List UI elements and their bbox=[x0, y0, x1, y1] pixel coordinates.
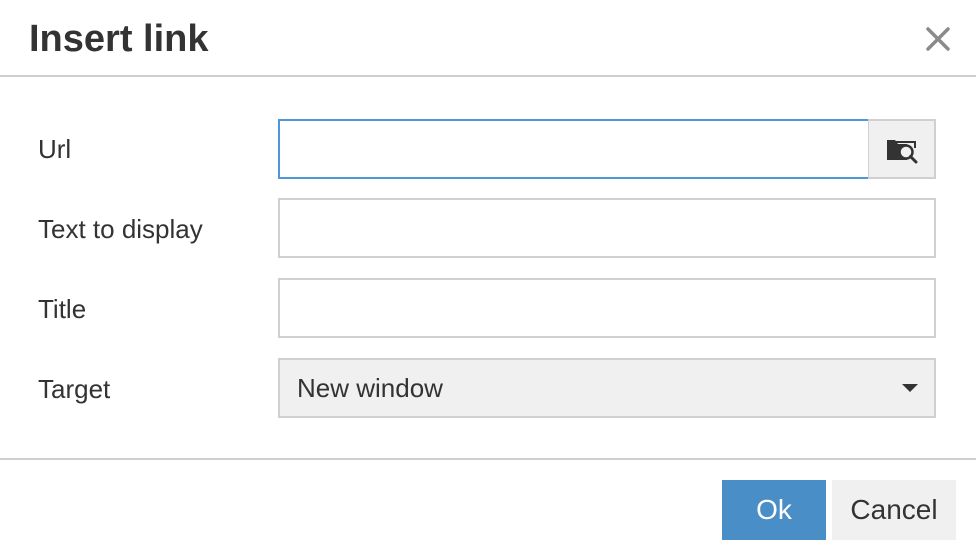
title-input[interactable] bbox=[278, 278, 936, 338]
target-select[interactable]: New window bbox=[278, 358, 936, 418]
text-to-display-label: Text to display bbox=[38, 214, 203, 244]
browse-url-button[interactable] bbox=[868, 119, 936, 179]
target-label: Target bbox=[38, 374, 111, 404]
dialog-footer bbox=[0, 458, 976, 558]
caret-down-icon bbox=[902, 384, 918, 392]
dialog-header: Insert link bbox=[0, 0, 976, 77]
close-button[interactable] bbox=[918, 19, 958, 59]
insert-link-dialog: Insert link Url Text to display Title Ta… bbox=[0, 0, 976, 558]
ok-button[interactable]: Ok bbox=[722, 480, 826, 540]
close-icon bbox=[926, 27, 950, 51]
url-input[interactable] bbox=[278, 119, 870, 179]
text-to-display-input[interactable] bbox=[278, 198, 936, 258]
cancel-button[interactable]: Cancel bbox=[832, 480, 956, 540]
title-label: Title bbox=[38, 294, 87, 324]
folder-search-icon bbox=[886, 140, 917, 164]
dialog-title: Insert link bbox=[29, 18, 209, 60]
url-label: Url bbox=[38, 134, 72, 164]
target-selected-value: New window bbox=[297, 373, 443, 403]
